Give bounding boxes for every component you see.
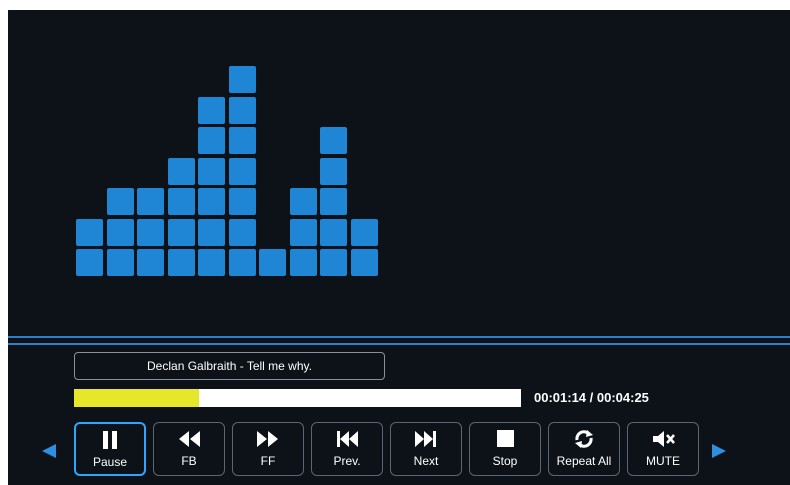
- equalizer-block: [168, 188, 195, 215]
- equalizer-block: [137, 249, 164, 276]
- equalizer-block: [320, 158, 347, 185]
- repeat-icon: [575, 430, 593, 448]
- track-title: Declan Galbraith - Tell me why.: [147, 359, 312, 373]
- equalizer-block: [168, 219, 195, 246]
- divider-line: [8, 343, 790, 345]
- pause-icon: [103, 431, 117, 449]
- next-track-icon: [415, 431, 436, 447]
- equalizer-block: [229, 127, 256, 154]
- equalizer-block: [320, 188, 347, 215]
- equalizer-block: [229, 158, 256, 185]
- fast-backward-button[interactable]: FB: [153, 422, 225, 476]
- equalizer-block: [320, 249, 347, 276]
- fast-backward-icon: [179, 431, 200, 447]
- button-label: Prev.: [333, 454, 361, 468]
- pause-button[interactable]: Pause: [74, 422, 146, 476]
- progress-bar[interactable]: [74, 389, 521, 407]
- equalizer-block: [229, 219, 256, 246]
- progress-bar-fill: [74, 389, 199, 407]
- equalizer-block: [320, 127, 347, 154]
- equalizer-block: [76, 219, 103, 246]
- right-arrow-icon[interactable]: [712, 444, 726, 458]
- playback-controls: Pause FB FF Prev. Next Stop Repeat All M…: [8, 422, 790, 478]
- track-title-box: Declan Galbraith - Tell me why.: [74, 352, 385, 380]
- equalizer-block: [229, 188, 256, 215]
- equalizer-block: [168, 158, 195, 185]
- divider-line: [8, 336, 790, 338]
- equalizer-block: [198, 219, 225, 246]
- button-label: Stop: [492, 454, 518, 468]
- equalizer-block: [137, 219, 164, 246]
- button-label: Next: [413, 454, 439, 468]
- equalizer-block: [259, 249, 286, 276]
- stop-icon: [497, 430, 514, 447]
- stop-button[interactable]: Stop: [469, 422, 541, 476]
- left-arrow-icon[interactable]: [42, 444, 56, 458]
- equalizer-block: [198, 249, 225, 276]
- fast-forward-icon: [257, 431, 278, 447]
- fast-forward-button[interactable]: FF: [232, 422, 304, 476]
- previous-track-button[interactable]: Prev.: [311, 422, 383, 476]
- equalizer-block: [198, 158, 225, 185]
- equalizer-block: [137, 188, 164, 215]
- equalizer-block: [229, 249, 256, 276]
- button-label: Pause: [92, 455, 128, 469]
- equalizer-block: [107, 188, 134, 215]
- mute-button[interactable]: MUTE: [627, 422, 699, 476]
- mute-icon: [653, 431, 675, 447]
- equalizer-block: [198, 188, 225, 215]
- equalizer-block: [290, 219, 317, 246]
- equalizer-block: [107, 219, 134, 246]
- repeat-all-button[interactable]: Repeat All: [548, 422, 620, 476]
- equalizer-block: [351, 219, 378, 246]
- equalizer-block: [76, 249, 103, 276]
- equalizer-block: [320, 219, 347, 246]
- button-label: MUTE: [646, 454, 680, 468]
- media-player-screen: Declan Galbraith - Tell me why. 00:01:14…: [8, 10, 790, 485]
- time-readout: 00:01:14 / 00:04:25: [534, 390, 649, 405]
- button-label: FF: [260, 454, 276, 468]
- equalizer-block: [198, 127, 225, 154]
- equalizer-block: [107, 249, 134, 276]
- previous-track-icon: [337, 431, 358, 447]
- equalizer-block: [229, 66, 256, 93]
- equalizer-block: [168, 249, 195, 276]
- equalizer-block: [290, 188, 317, 215]
- equalizer-visualizer: [76, 10, 396, 280]
- equalizer-block: [351, 249, 378, 276]
- equalizer-block: [229, 97, 256, 124]
- next-track-button[interactable]: Next: [390, 422, 462, 476]
- equalizer-block: [198, 97, 225, 124]
- button-label: FB: [181, 454, 197, 468]
- button-label: Repeat All: [556, 454, 612, 468]
- equalizer-block: [290, 249, 317, 276]
